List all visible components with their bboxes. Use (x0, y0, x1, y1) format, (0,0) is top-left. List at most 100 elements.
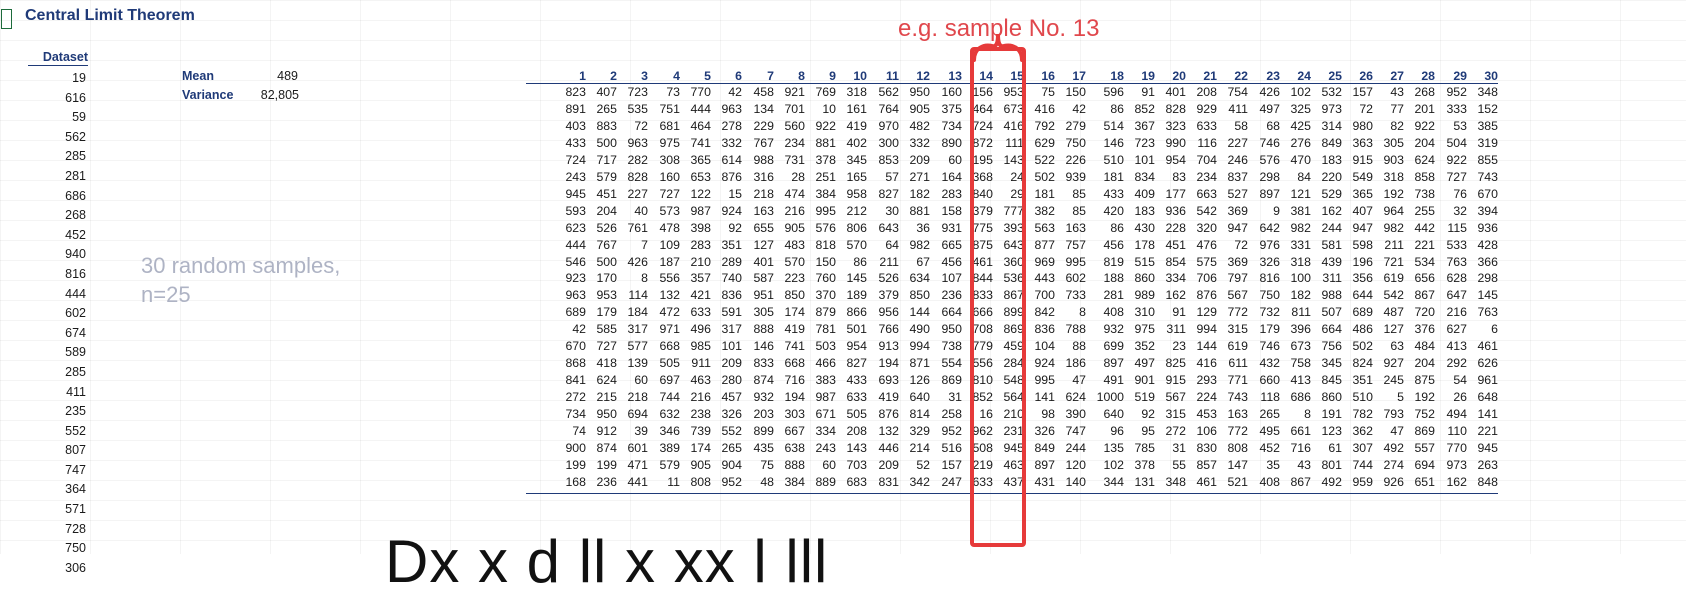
sample-cell: 852 (1134, 101, 1155, 116)
sample-cell: 629 (1034, 135, 1055, 150)
sample-cell: 836 (721, 288, 742, 303)
sample-header-16: 16 (1041, 69, 1055, 83)
sample-cell: 575 (1196, 254, 1217, 269)
sample-cell: 318 (846, 85, 867, 99)
sample-cell: 975 (659, 135, 680, 150)
sample-cell: 503 (815, 339, 836, 354)
sample-cell: 830 (1196, 440, 1217, 455)
sample-cell: 953 (596, 288, 617, 303)
sample-header-12: 12 (916, 69, 930, 83)
sample-cell: 874 (596, 440, 617, 455)
sample-cell: 924 (721, 203, 742, 218)
sample-cell: 245 (1383, 373, 1404, 388)
dataset-value: 452 (65, 227, 86, 242)
active-cell-cursor[interactable] (1, 9, 12, 29)
sample-cell: 542 (1196, 203, 1217, 218)
sample-cell: 458 (753, 85, 774, 99)
sample-cell: 426 (1259, 85, 1280, 99)
sample-cell: 26 (1453, 390, 1467, 405)
sample-cell: 216 (1446, 305, 1467, 320)
sample-cell: 298 (1259, 169, 1280, 184)
sample-cell: 214 (909, 440, 930, 455)
sample-cell: 317 (627, 322, 648, 337)
sample-cell: 593 (565, 203, 586, 218)
sample-cell: 234 (1196, 169, 1217, 184)
sample-cell: 375 (941, 101, 962, 116)
sample-cell: 444 (690, 101, 711, 116)
sample-cell: 244 (1321, 220, 1342, 235)
sample-cell: 642 (1259, 220, 1280, 235)
sample-cell: 126 (909, 373, 930, 388)
sample-cell: 84 (1297, 169, 1311, 184)
sample-cell: 419 (784, 322, 805, 337)
sample-cell: 182 (909, 186, 930, 201)
sample-cell: 115 (1447, 220, 1467, 235)
sample-cell: 122 (690, 186, 711, 201)
sample-cell: 384 (784, 474, 805, 489)
sample-cell: 717 (596, 152, 617, 167)
sample-cell: 220 (1321, 169, 1342, 184)
sample-cell: 74 (572, 424, 586, 438)
sample-cell: 656 (1414, 271, 1435, 286)
sample-cell: 526 (596, 220, 617, 235)
sample-cell: 706 (1196, 271, 1217, 286)
sample-cell: 11 (667, 474, 680, 489)
sample-cell: 402 (846, 135, 867, 150)
sample-cell: 689 (565, 305, 586, 320)
sample-cell: 952 (721, 474, 742, 489)
sample-cell: 792 (1034, 118, 1055, 133)
sample-cell: 316 (753, 169, 774, 184)
sample-cell: 318 (1383, 169, 1404, 184)
sample-cell: 398 (690, 220, 711, 235)
sample-cell: 318 (1290, 254, 1311, 269)
sample-cell: 655 (753, 220, 774, 235)
sample-cell: 435 (753, 440, 774, 455)
sample-cell: 754 (1227, 85, 1248, 99)
sample-cell: 939 (1065, 169, 1086, 184)
sample-cell: 101 (721, 339, 742, 354)
sample-cell: 806 (846, 220, 867, 235)
sample-cell: 187 (659, 254, 680, 269)
sample-header-11: 11 (886, 69, 899, 83)
sample-cell: 743 (1227, 390, 1248, 405)
sample-cell: 664 (1321, 322, 1342, 337)
dataset-value: 816 (65, 266, 86, 281)
sample-cell: 272 (565, 390, 586, 405)
sample-cell: 319 (1477, 135, 1498, 150)
sample-cell: 210 (690, 254, 711, 269)
sample-cell: 243 (815, 440, 836, 455)
sample-cell: 496 (690, 322, 711, 337)
sample-cell: 183 (1134, 203, 1155, 218)
sample-cell: 912 (596, 424, 617, 438)
sample-cell: 227 (1227, 135, 1248, 150)
sample-cell: 356 (1352, 271, 1373, 286)
sample-cell: 963 (565, 288, 586, 303)
sample-cell: 150 (815, 254, 836, 269)
sample-cell: 419 (846, 118, 867, 133)
sample-cell: 482 (909, 118, 930, 133)
sample-cell: 179 (1259, 322, 1280, 337)
sample-cell: 905 (909, 101, 930, 116)
sample-cell: 403 (565, 118, 586, 133)
dataset-column: 19 616 59 562 285 281 686 268 452 940 816 444 602 674… (28, 69, 86, 578)
sample-cell: 954 (846, 339, 867, 354)
sample-cell: 308 (659, 152, 680, 167)
sample-cell: 396 (1290, 322, 1311, 337)
sample-cell: 921 (784, 85, 805, 99)
sample-cell: 731 (784, 152, 805, 167)
sample-cell: 32 (1453, 203, 1467, 218)
sample-cell: 140 (1065, 474, 1086, 489)
sample-cell: 43 (1390, 85, 1404, 99)
sample-cell: 307 (1352, 440, 1373, 455)
samples-note: 30 random samples, (141, 253, 341, 278)
sample-cell: 700 (1034, 288, 1055, 303)
sample-cell: 563 (1034, 220, 1055, 235)
sample-cell: 8 (1079, 305, 1086, 320)
sample-cell: 529 (1321, 186, 1342, 201)
sample-cell: 157 (1352, 85, 1373, 99)
sample-header-1: 1 (579, 69, 586, 83)
dataset-value: 285 (65, 364, 86, 379)
sample-cell: 985 (690, 339, 711, 354)
samples-annotation: 30 random samples, n=25 (141, 251, 340, 309)
sample-cell: 994 (909, 339, 930, 354)
